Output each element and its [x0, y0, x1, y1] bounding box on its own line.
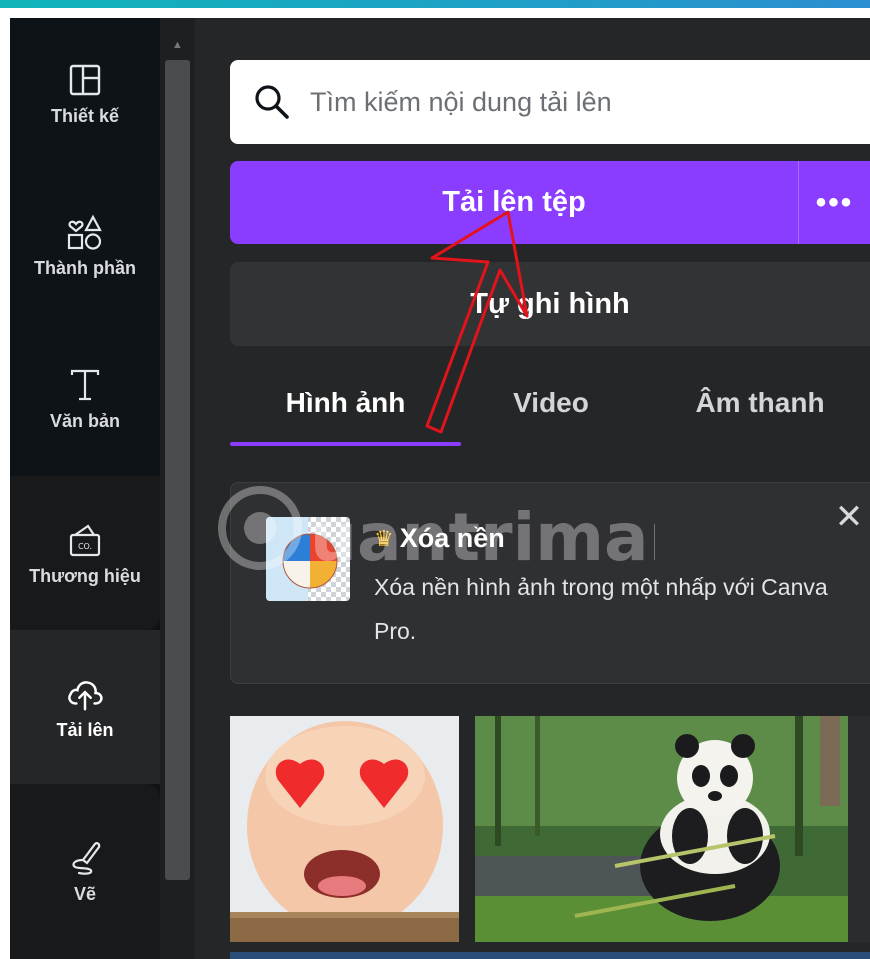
- gallery-image-panda[interactable]: [475, 716, 848, 942]
- tab-audio[interactable]: Âm thanh: [650, 370, 870, 440]
- upload-files-label[interactable]: Tải lên tệp: [230, 186, 798, 219]
- search-icon: [255, 85, 289, 119]
- media-tabs: Hình ảnh Video Âm thanh: [230, 370, 870, 446]
- scrollbar-thumb[interactable]: [165, 60, 190, 880]
- sidebar-item-label: Văn bản: [49, 410, 120, 431]
- sidebar-item-label: Vẽ: [73, 884, 97, 904]
- promo-card: ♛ Xóa nền Xóa nền hình ảnh trong một nhấ…: [230, 482, 870, 684]
- record-yourself-button[interactable]: Tự ghi hình: [230, 262, 870, 346]
- search-input[interactable]: Tìm kiếm nội dung tải lên: [230, 60, 870, 144]
- baby-heart-eyes-photo: [230, 716, 459, 942]
- gallery-row-2[interactable]: [230, 952, 870, 959]
- sidebar-item-brand[interactable]: CO. Thương hiệu: [10, 476, 160, 630]
- brand-kit-icon: CO.: [65, 520, 105, 560]
- sidebar-item-text[interactable]: Văn bản: [10, 323, 160, 473]
- sidebar-item-label: Thiết kế: [50, 105, 120, 126]
- svg-text:CO.: CO.: [78, 542, 92, 551]
- text-icon: [65, 365, 105, 405]
- more-options-button[interactable]: •••: [799, 186, 870, 220]
- window-top-bar: [0, 0, 870, 8]
- sidebar-item-label: Tải lên: [56, 719, 114, 740]
- gallery-image-partial[interactable]: [848, 716, 870, 942]
- crown-icon: ♛: [374, 525, 394, 551]
- tab-videos[interactable]: Video: [461, 370, 641, 440]
- promo-title-text: Xóa nền: [399, 523, 505, 553]
- panda-eating-bamboo-photo: [475, 716, 848, 942]
- cloud-upload-icon: [65, 674, 105, 714]
- search-placeholder: Tìm kiếm nội dung tải lên: [310, 86, 612, 117]
- gallery-image-baby[interactable]: [230, 716, 459, 942]
- background-remover-thumbnail: [266, 517, 350, 601]
- sidebar-item-design[interactable]: Thiết kế: [10, 18, 160, 168]
- active-tab-indicator: [230, 442, 461, 446]
- close-icon[interactable]: ✕: [831, 499, 867, 535]
- upload-files-button[interactable]: Tải lên tệp •••: [230, 161, 870, 244]
- elements-icon: [65, 212, 105, 252]
- draw-pen-icon: [65, 838, 105, 878]
- sidebar-item-label: Thành phần: [34, 257, 136, 278]
- sidebar-item-uploads[interactable]: Tải lên: [10, 630, 160, 784]
- tab-images[interactable]: Hình ảnh: [230, 370, 461, 440]
- sidebar-item-label: Thương hiệu: [29, 565, 141, 586]
- sidebar: Thiết kế Thành phần Văn bản CO. Thương h…: [10, 18, 160, 959]
- record-yourself-label: Tự ghi hình: [470, 287, 630, 320]
- promo-title: ♛ Xóa nền: [374, 523, 505, 554]
- promo-description: Xóa nền hình ảnh trong một nhấp với Canv…: [374, 574, 828, 644]
- sidebar-item-draw[interactable]: Vẽ: [10, 784, 160, 959]
- scroll-up-arrow-icon[interactable]: ▲: [165, 36, 190, 54]
- layout-icon: [65, 60, 105, 100]
- sidebar-item-elements[interactable]: Thành phần: [10, 170, 160, 320]
